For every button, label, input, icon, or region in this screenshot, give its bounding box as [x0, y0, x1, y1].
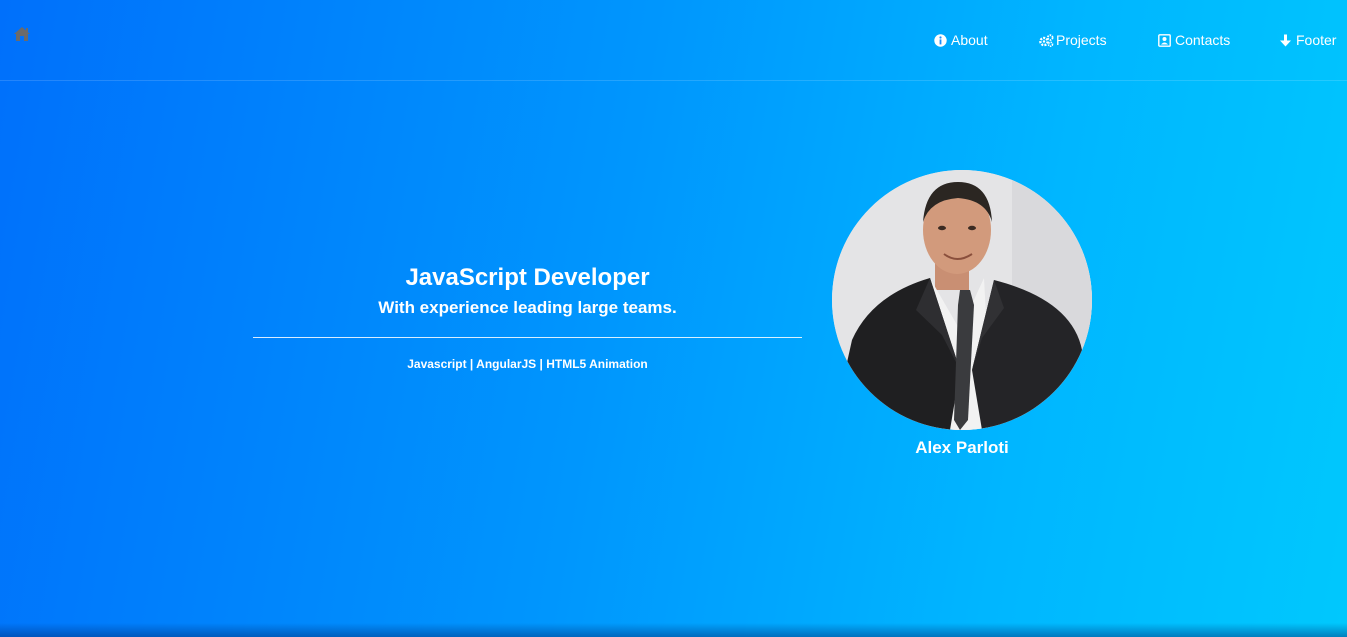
hero-title: JavaScript Developer — [405, 264, 650, 291]
nav-projects[interactable]: Projects — [1039, 31, 1107, 49]
hero-intro: JavaScript Developer With experience lea… — [253, 262, 802, 372]
nav-about[interactable]: About — [934, 31, 988, 49]
info-circle-icon — [934, 33, 947, 47]
arrow-down-icon — [1279, 34, 1292, 47]
page-body: { "nav": { "home_icon": "home-icon", "it… — [0, 0, 1347, 637]
profile-photo — [832, 170, 1092, 430]
hero-subtitle: With experience leading large teams. — [378, 298, 677, 317]
home-icon — [13, 26, 31, 42]
nav-about-label: About — [951, 32, 988, 48]
nav-footer[interactable]: Footer — [1279, 31, 1336, 49]
profile-name: Alex Parloti — [915, 438, 1009, 457]
hero-skills: Javascript | AngularJS | HTML5 Animation — [407, 357, 648, 371]
top-navbar: About Projects Contacts Footer — [0, 0, 1347, 81]
hero-divider — [253, 337, 802, 338]
nav-projects-label: Projects — [1056, 32, 1107, 48]
gears-icon — [1039, 33, 1054, 47]
home-link[interactable] — [13, 26, 31, 42]
bottom-edge-shade — [0, 623, 1347, 637]
address-book-icon — [1158, 33, 1171, 47]
nav-contacts-label: Contacts — [1175, 32, 1231, 48]
nav-contacts[interactable]: Contacts — [1158, 31, 1230, 49]
nav-footer-label: Footer — [1296, 32, 1337, 48]
